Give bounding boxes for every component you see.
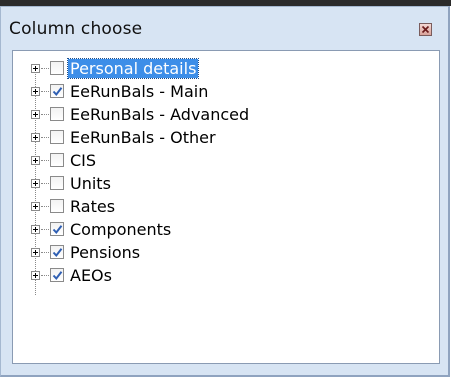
tree-item[interactable]: Personal details	[13, 58, 433, 79]
close-icon[interactable]	[419, 23, 432, 36]
tree-item-label: EeRunBals - Advanced	[70, 105, 250, 124]
tree-item[interactable]: Pensions	[13, 243, 433, 263]
tree-item-label: EeRunBals - Main	[70, 82, 209, 101]
tree-item-label: AEOs	[70, 266, 112, 285]
item-checkbox[interactable]	[50, 153, 64, 167]
column-tree[interactable]: Personal details EeRunBals - Main EeRunBal…	[12, 50, 440, 364]
tree-item-label: Rates	[70, 197, 116, 216]
item-checkbox[interactable]	[50, 176, 64, 190]
tree-connector	[41, 91, 49, 92]
tree-item-label: Components	[70, 220, 172, 239]
item-checkbox[interactable]	[50, 222, 64, 236]
tree-connector	[41, 183, 49, 184]
tree-item[interactable]: EeRunBals - Other	[13, 128, 433, 148]
checkmark-icon	[52, 87, 63, 97]
item-checkbox[interactable]	[50, 130, 64, 144]
tree-item[interactable]: Units	[13, 174, 433, 194]
tree-connector	[41, 68, 49, 69]
tree-connector	[41, 229, 49, 230]
tree-connector	[41, 114, 49, 115]
panel-title: Column choose	[9, 19, 143, 39]
tree-connector	[41, 137, 49, 138]
tree-connector	[41, 252, 49, 253]
tree-connector	[41, 160, 49, 161]
checkmark-icon	[52, 248, 63, 258]
expand-icon[interactable]	[31, 179, 40, 188]
expand-icon[interactable]	[31, 87, 40, 96]
tree-item[interactable]: CIS	[13, 151, 433, 171]
item-checkbox[interactable]	[50, 61, 64, 75]
expand-icon[interactable]	[31, 271, 40, 280]
item-checkbox[interactable]	[50, 107, 64, 121]
tree-item-label: Personal details	[66, 58, 200, 79]
tree-item[interactable]: EeRunBals - Advanced	[13, 105, 433, 125]
checkmark-icon	[52, 271, 63, 281]
expand-icon[interactable]	[31, 64, 40, 73]
item-checkbox[interactable]	[50, 84, 64, 98]
tree-item-label: EeRunBals - Other	[70, 128, 216, 147]
tree-item[interactable]: Components	[13, 220, 433, 240]
tree-item[interactable]: AEOs	[13, 266, 433, 286]
checkmark-icon	[52, 225, 63, 235]
item-checkbox[interactable]	[50, 268, 64, 282]
expand-icon[interactable]	[31, 248, 40, 257]
item-checkbox[interactable]	[50, 245, 64, 259]
expand-icon[interactable]	[31, 110, 40, 119]
expand-icon[interactable]	[31, 225, 40, 234]
expand-icon[interactable]	[31, 133, 40, 142]
tree-item[interactable]: EeRunBals - Main	[13, 82, 433, 102]
tree-connector	[41, 206, 49, 207]
tree-item-label: CIS	[70, 151, 97, 170]
item-checkbox[interactable]	[50, 199, 64, 213]
tree-item-label: Units	[70, 174, 111, 193]
expand-icon[interactable]	[31, 202, 40, 211]
tree-item[interactable]: Rates	[13, 197, 433, 217]
expand-icon[interactable]	[31, 156, 40, 165]
tree-item-label: Pensions	[70, 243, 141, 262]
column-choose-panel: Column choose Personal details EeRunBals …	[0, 6, 450, 377]
tree-connector	[41, 275, 49, 276]
